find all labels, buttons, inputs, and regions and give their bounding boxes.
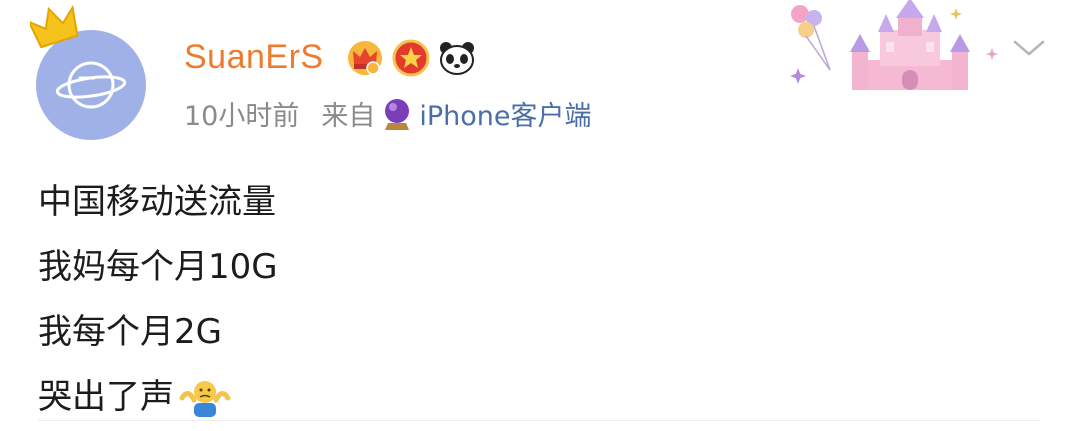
- divider: [38, 420, 1041, 421]
- badge-row: [345, 38, 477, 78]
- via-prefix: 来自: [321, 101, 376, 132]
- shrug-emoji-icon: [179, 380, 231, 417]
- content-line: 我妈每个月10G: [38, 247, 278, 287]
- panda-badge-icon[interactable]: [437, 38, 477, 78]
- weibo-post: SuanErS 10小时前 来自 iPhone客户端 中国移动送流量 我妈每个月…: [0, 0, 1079, 431]
- content-line: 我每个月2G: [38, 312, 222, 352]
- post-source[interactable]: iPhone客户端: [419, 94, 591, 133]
- author-name[interactable]: SuanErS: [184, 38, 324, 77]
- crystal-ball-icon: [385, 98, 410, 130]
- castle-decoration-icon: [790, 0, 998, 90]
- post-meta: 10小时前 来自 iPhone客户端: [184, 94, 592, 133]
- crown-icon: [30, 4, 79, 48]
- content-line: 中国移动送流量: [38, 182, 276, 222]
- post-time: 10小时前: [184, 101, 300, 132]
- chevron-down-icon[interactable]: [1012, 38, 1046, 58]
- post-content: 中国移动送流量 我妈每个月10G 我每个月2G 哭出了声: [38, 170, 278, 430]
- red-star-badge-icon[interactable]: [391, 38, 431, 78]
- crown-vip-badge-icon[interactable]: [345, 38, 385, 78]
